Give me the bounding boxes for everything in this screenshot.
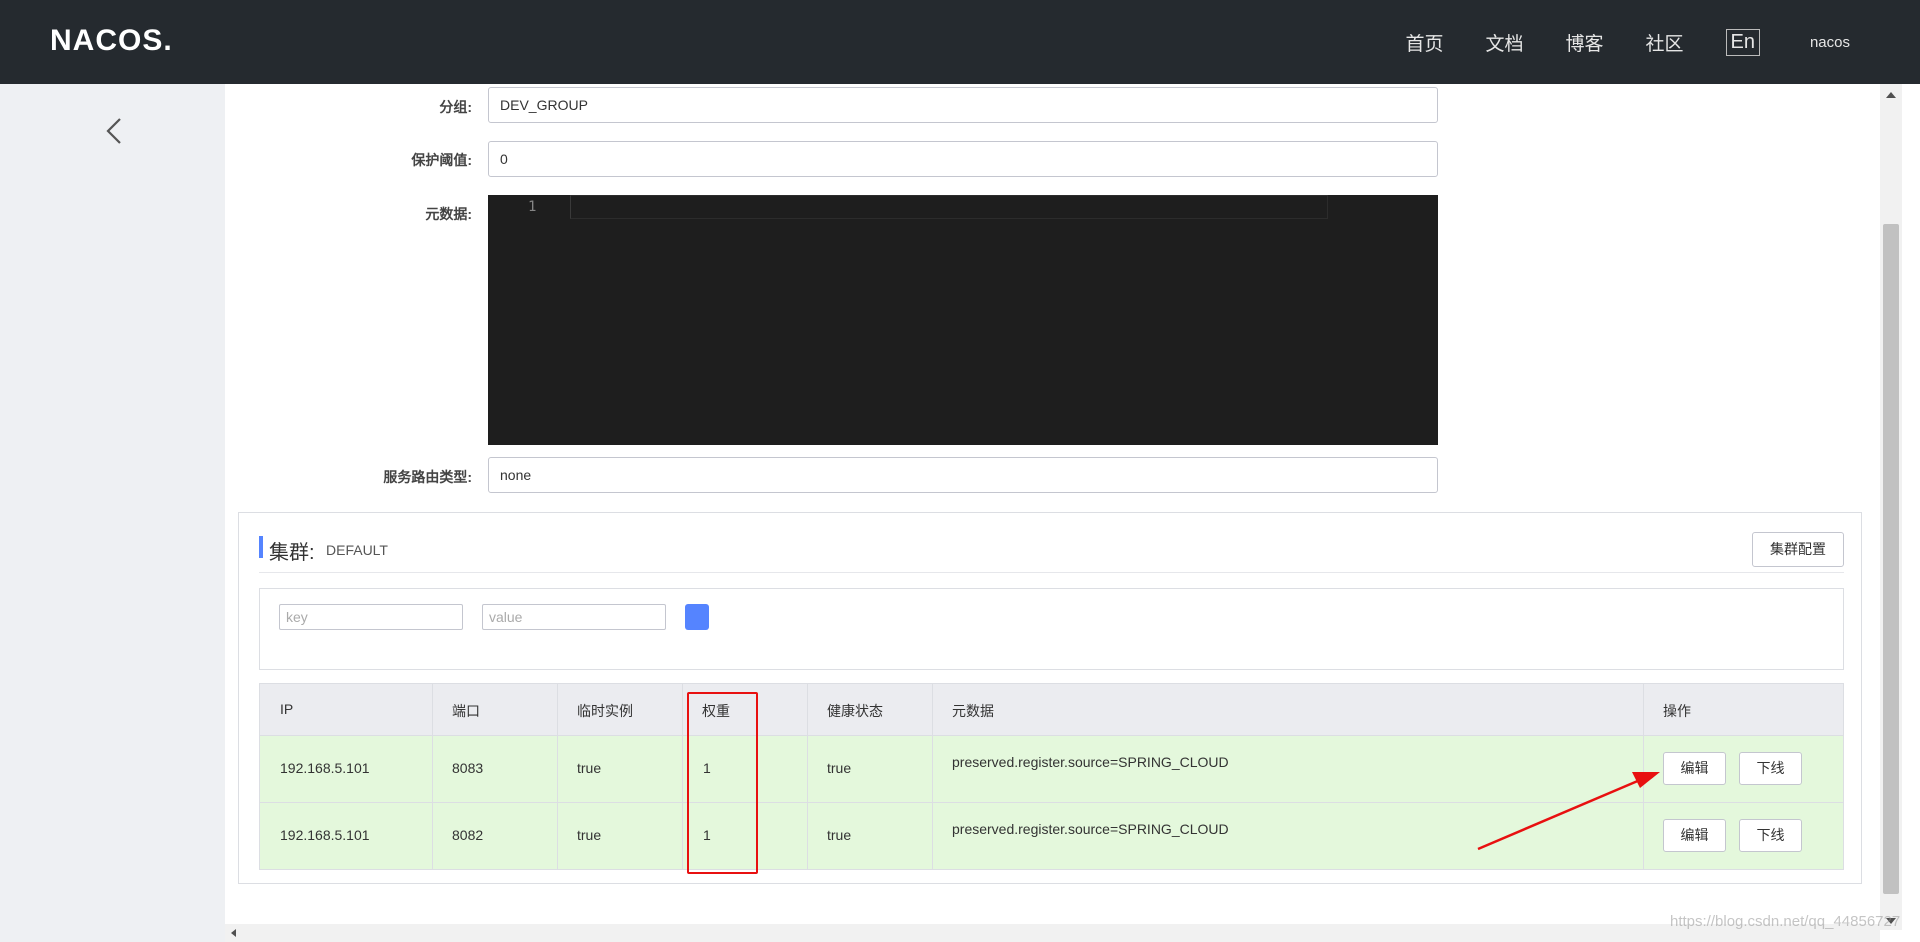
nacos-logo[interactable]: NACOS. — [50, 24, 173, 58]
route-type-label: 服务路由类型: — [383, 469, 472, 485]
filter-add-button[interactable] — [685, 604, 709, 630]
route-type-field[interactable]: none — [488, 457, 1438, 493]
offline-button[interactable]: 下线 — [1739, 819, 1802, 852]
cell-health: true — [827, 827, 852, 843]
cluster-config-button[interactable]: 集群配置 — [1752, 532, 1844, 567]
back-arrow-icon[interactable] — [102, 116, 126, 146]
watermark: https://blog.csdn.net/qq_44856727 — [1670, 913, 1901, 930]
nav-blog[interactable]: 博客 — [1565, 29, 1603, 56]
vertical-scrollbar[interactable] — [1880, 84, 1902, 930]
table-header — [259, 683, 1844, 736]
filter-value-input[interactable]: value — [482, 604, 666, 630]
group-label: 分组: — [439, 99, 472, 115]
scroll-left-icon[interactable] — [231, 929, 236, 937]
cell-port: 8082 — [452, 827, 484, 843]
cluster-title-accent — [259, 536, 263, 558]
cluster-title: 集群: — [269, 542, 315, 564]
column-divider — [1643, 683, 1644, 870]
user-menu[interactable]: nacos — [1810, 34, 1850, 51]
column-divider — [682, 683, 683, 870]
col-header-health: 健康状态 — [827, 703, 883, 719]
nav-docs[interactable]: 文档 — [1485, 29, 1523, 56]
col-header-metadata: 元数据 — [952, 703, 994, 719]
edit-button[interactable]: 编辑 — [1663, 819, 1726, 852]
top-header: NACOS. 首页 文档 博客 社区 En nacos — [0, 0, 1920, 84]
col-header-ip: IP — [280, 701, 294, 717]
cell-metadata: preserved.register.source=SPRING_CLOUD — [952, 754, 1229, 770]
offline-button[interactable]: 下线 — [1739, 752, 1802, 785]
nav-community[interactable]: 社区 — [1645, 29, 1683, 56]
logo-text: NACOS. — [50, 24, 173, 57]
weight-highlight-box — [687, 692, 758, 874]
cell-health: true — [827, 760, 852, 776]
scroll-up-icon[interactable] — [1886, 92, 1896, 98]
horizontal-scrollbar[interactable] — [225, 924, 1880, 942]
left-sidebar — [0, 84, 225, 942]
editor-line-number: 1 — [528, 199, 537, 215]
cell-port: 8083 — [452, 760, 484, 776]
column-divider — [807, 683, 808, 870]
language-switch[interactable]: En — [1725, 28, 1760, 56]
top-nav: 首页 文档 博客 社区 En nacos — [1405, 0, 1920, 84]
cluster-name: DEFAULT — [326, 542, 388, 558]
col-header-port: 端口 — [452, 703, 480, 719]
divider — [259, 572, 1844, 573]
group-field[interactable]: DEV_GROUP — [488, 87, 1438, 123]
cell-metadata: preserved.register.source=SPRING_CLOUD — [952, 821, 1229, 837]
cell-ip: 192.168.5.101 — [280, 827, 370, 843]
col-header-ephemeral: 临时实例 — [577, 703, 633, 719]
filter-key-input[interactable]: key — [279, 604, 463, 630]
nav-home[interactable]: 首页 — [1405, 29, 1443, 56]
column-divider — [432, 683, 433, 870]
col-header-actions: 操作 — [1663, 703, 1691, 719]
cell-ephemeral: true — [577, 827, 602, 843]
metadata-label: 元数据: — [425, 206, 472, 222]
cell-ip: 192.168.5.101 — [280, 760, 370, 776]
right-margin — [1902, 84, 1920, 942]
threshold-label: 保护阈值: — [411, 152, 472, 168]
column-divider — [932, 683, 933, 870]
edit-button[interactable]: 编辑 — [1663, 752, 1726, 785]
cell-ephemeral: true — [577, 760, 602, 776]
editor-current-line — [570, 195, 1328, 219]
column-divider — [557, 683, 558, 870]
threshold-field[interactable]: 0 — [488, 141, 1438, 177]
scrollbar-thumb[interactable] — [1883, 224, 1899, 894]
metadata-code-editor[interactable]: 1 — [488, 195, 1438, 445]
